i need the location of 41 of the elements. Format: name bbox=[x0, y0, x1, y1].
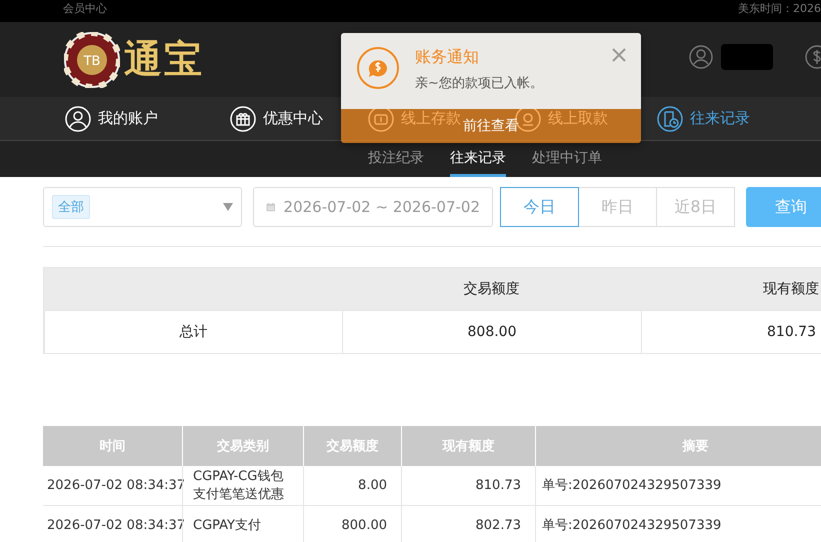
time-label: 美东时间：2026 bbox=[738, 1, 821, 16]
table-cell: 单号:202607024329507339 bbox=[535, 506, 821, 542]
sub-tab[interactable]: 投注纪录 bbox=[368, 141, 424, 177]
type-tag: 全部 bbox=[52, 195, 90, 219]
logo-chip: TB bbox=[64, 32, 120, 88]
table-cell: 802.73 bbox=[401, 506, 535, 542]
table-cell: 2026-07-02 08:34:37 bbox=[43, 506, 182, 542]
table-cell: 2026-07-02 08:34:37 bbox=[43, 466, 182, 506]
member-center-label: 会员中心 bbox=[63, 1, 107, 16]
user-icon[interactable] bbox=[689, 45, 713, 69]
table-cell: 单号:202607024329507339 bbox=[535, 466, 821, 506]
notification-message: 亲~您的款项已入帐。 bbox=[415, 75, 544, 92]
money-chat-icon bbox=[357, 47, 399, 89]
column-header: 现有额度 bbox=[641, 268, 821, 310]
gift-icon bbox=[230, 106, 256, 132]
redacted-username bbox=[721, 44, 773, 70]
range-button[interactable]: 昨日 bbox=[578, 187, 657, 227]
nav-item[interactable]: 我的账户 bbox=[65, 106, 158, 132]
sub-tab[interactable]: 处理中订单 bbox=[532, 141, 602, 177]
column-header: 交易额度 bbox=[342, 268, 641, 310]
user-icon bbox=[65, 106, 91, 132]
record-icon bbox=[657, 106, 683, 132]
nav-item[interactable]: 优惠中心 bbox=[230, 106, 323, 132]
table-cell: 810.73 bbox=[401, 466, 535, 506]
type-select[interactable]: 全部 bbox=[43, 187, 242, 227]
table-cell: 800.00 bbox=[303, 506, 401, 542]
caret-icon bbox=[223, 203, 233, 211]
logo-text: 通宝 bbox=[124, 35, 204, 83]
table-cell: 808.00 bbox=[342, 310, 641, 353]
table-cell: 810.73 bbox=[641, 310, 821, 353]
range-button[interactable]: 今日 bbox=[500, 187, 579, 227]
close-icon[interactable] bbox=[611, 47, 627, 63]
table-cell: CGPAY支付 bbox=[182, 506, 303, 542]
date-range-field[interactable]: 2026-07-02 ~ 2026-07-02 bbox=[253, 187, 493, 227]
nav-item[interactable]: 往来记录 bbox=[657, 106, 750, 132]
notification-title: 账务通知 bbox=[415, 47, 480, 68]
range-button[interactable]: 近8日 bbox=[656, 187, 735, 227]
table-cell: CGPAY-CG钱包支付笔笔送优惠 bbox=[182, 466, 303, 506]
query-button[interactable]: 查询 bbox=[746, 187, 821, 227]
table-cell: 8.00 bbox=[303, 466, 401, 506]
table-cell: 总计 bbox=[44, 310, 342, 353]
